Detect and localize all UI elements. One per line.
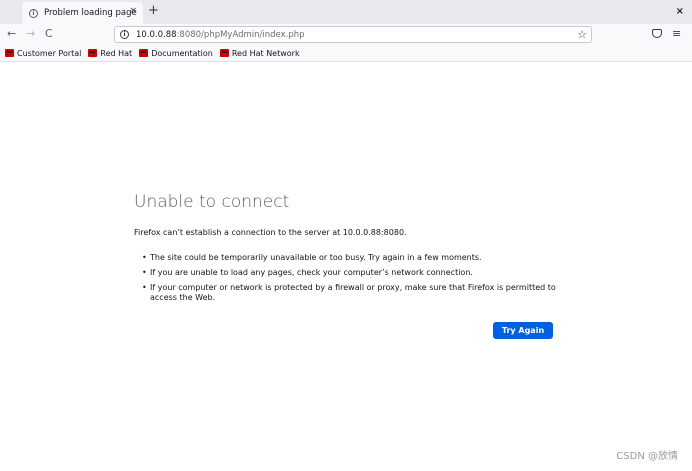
redhat-icon bbox=[219, 49, 229, 57]
navigation-toolbar: ← → C i 10.0.0.88:8080/phpMyAdmin/index.… bbox=[0, 24, 692, 45]
url-bar[interactable]: i 10.0.0.88:8080/phpMyAdmin/index.php ☆ bbox=[114, 26, 592, 43]
pocket-icon[interactable] bbox=[652, 29, 662, 38]
back-button[interactable]: ← bbox=[7, 27, 16, 41]
url-path: :8080/phpMyAdmin/index.php bbox=[176, 29, 305, 40]
watermark: CSDN @放情 bbox=[616, 451, 678, 462]
redhat-icon bbox=[5, 49, 14, 57]
suggestion-item: If you are unable to load any pages, che… bbox=[142, 268, 562, 278]
tab-close-icon[interactable]: × bbox=[129, 6, 137, 16]
try-again-button[interactable]: Try Again bbox=[493, 322, 553, 339]
info-icon: i bbox=[29, 8, 38, 18]
tab-problem-loading[interactable]: i Problem loading page × bbox=[22, 2, 143, 24]
error-description: Firefox can’t establish a connection to … bbox=[134, 228, 407, 237]
suggestion-item: If your computer or network is protected… bbox=[142, 283, 562, 303]
site-info-icon[interactable]: i bbox=[120, 30, 129, 39]
window-close-button[interactable]: × bbox=[676, 6, 684, 17]
redhat-icon bbox=[88, 49, 98, 57]
new-tab-button[interactable]: + bbox=[148, 4, 159, 18]
error-suggestions: The site could be temporarily unavailabl… bbox=[142, 253, 562, 308]
suggestion-item: The site could be temporarily unavailabl… bbox=[142, 253, 562, 263]
url-host: 10.0.0.88 bbox=[136, 29, 177, 40]
tab-title: Problem loading page bbox=[44, 8, 137, 18]
bookmark-label: Red Hat Network bbox=[231, 48, 300, 58]
redhat-icon bbox=[139, 49, 149, 57]
bookmark-star-icon[interactable]: ☆ bbox=[577, 28, 587, 41]
tab-bar: i Problem loading page × + × bbox=[0, 0, 692, 24]
bookmark-label: Customer Portal bbox=[17, 48, 82, 58]
bookmark-red-hat-network[interactable]: Red Hat Network bbox=[219, 48, 300, 58]
error-title: Unable to connect bbox=[134, 192, 290, 212]
reload-button[interactable]: C bbox=[45, 27, 53, 41]
bookmarks-toolbar: Customer Portal Red Hat Documentation Re… bbox=[0, 45, 692, 62]
forward-button[interactable]: → bbox=[26, 27, 35, 41]
hamburger-menu-icon[interactable]: ≡ bbox=[672, 27, 681, 41]
bookmark-customer-portal[interactable]: Customer Portal bbox=[5, 49, 81, 58]
bookmark-red-hat[interactable]: Red Hat bbox=[88, 49, 132, 58]
bookmark-label: Red Hat bbox=[100, 48, 133, 58]
bookmark-label: Documentation bbox=[151, 48, 213, 58]
url-text[interactable]: 10.0.0.88:8080/phpMyAdmin/index.php bbox=[136, 30, 305, 40]
page-content: Unable to connect Firefox can’t establis… bbox=[0, 62, 692, 471]
bookmark-documentation[interactable]: Documentation bbox=[139, 49, 213, 58]
